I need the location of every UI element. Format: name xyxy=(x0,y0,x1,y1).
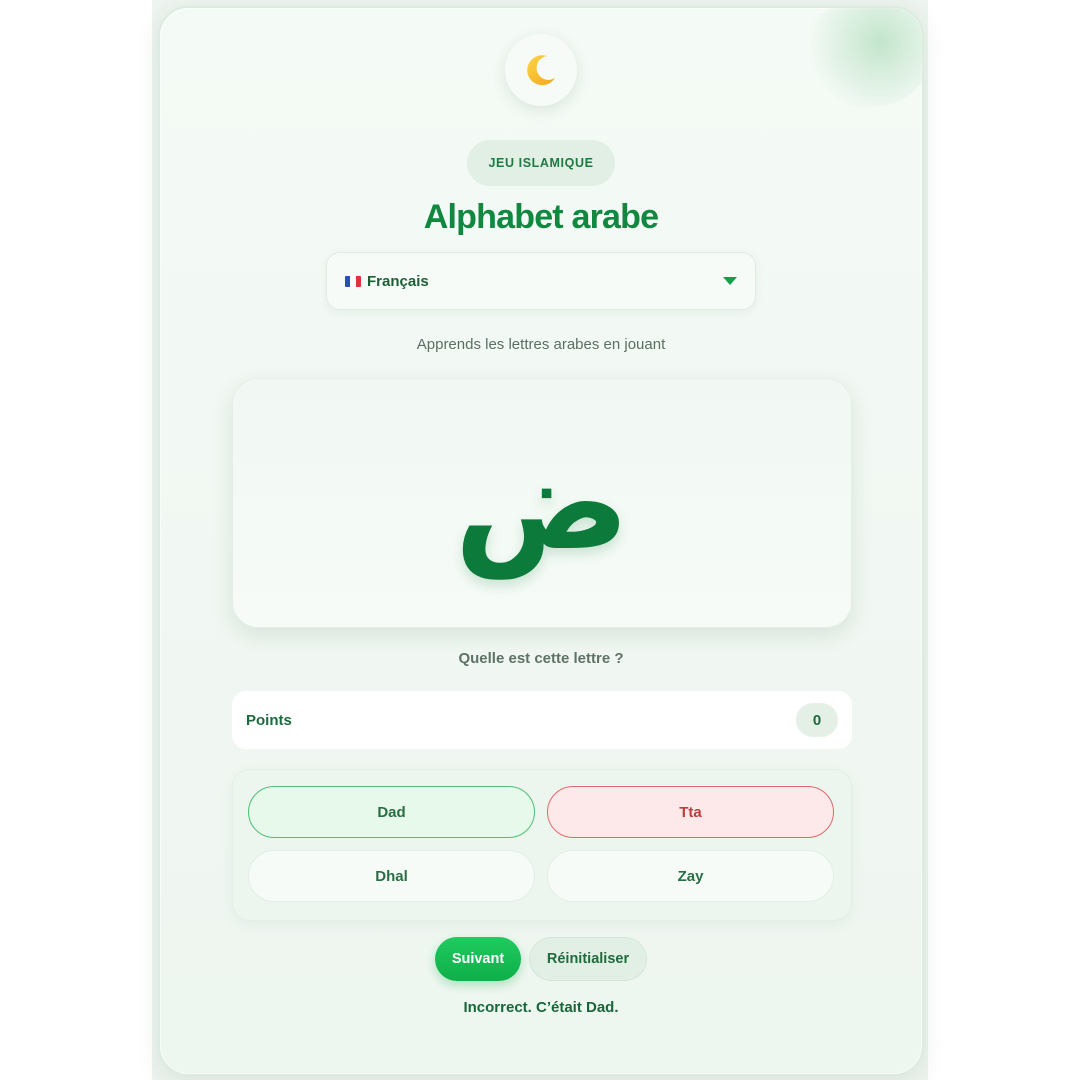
reset-button[interactable]: Réinitialiser xyxy=(529,937,647,981)
decorative-glow xyxy=(802,8,922,108)
choice-button-zay[interactable]: Zay xyxy=(547,850,834,902)
choice-button-dad[interactable]: Dad xyxy=(248,786,535,838)
next-button[interactable]: Suivant xyxy=(435,937,521,981)
app-stage: JEU ISLAMIQUE Alphabet arabe Français Ap… xyxy=(152,0,928,1080)
choice-button-tta[interactable]: Tta xyxy=(547,786,834,838)
france-flag-icon xyxy=(345,275,361,287)
points-label: Points xyxy=(246,711,292,729)
arabic-letter: ض xyxy=(454,427,630,579)
choice-button-dhal[interactable]: Dhal xyxy=(248,850,535,902)
points-bar: Points 0 xyxy=(232,691,852,749)
question-text: Quelle est cette lettre ? xyxy=(458,650,624,667)
category-tag: JEU ISLAMIQUE xyxy=(467,140,615,186)
game-card: JEU ISLAMIQUE Alphabet arabe Français Ap… xyxy=(158,6,924,1076)
crescent-moon-glyph xyxy=(527,55,555,86)
chevron-down-icon xyxy=(723,277,737,285)
answer-choices: Dad Tta Dhal Zay xyxy=(232,769,852,921)
language-select-value: Français xyxy=(367,272,429,290)
letter-card: ض xyxy=(232,378,852,628)
page-subtitle: Apprends les lettres arabes en jouant xyxy=(416,336,666,353)
page-title: Alphabet arabe xyxy=(423,198,659,236)
points-value: 0 xyxy=(796,703,838,737)
language-select[interactable]: Français xyxy=(326,252,756,310)
crescent-moon-icon xyxy=(505,34,577,106)
feedback-message: Incorrect. C’était Dad. xyxy=(463,999,619,1016)
